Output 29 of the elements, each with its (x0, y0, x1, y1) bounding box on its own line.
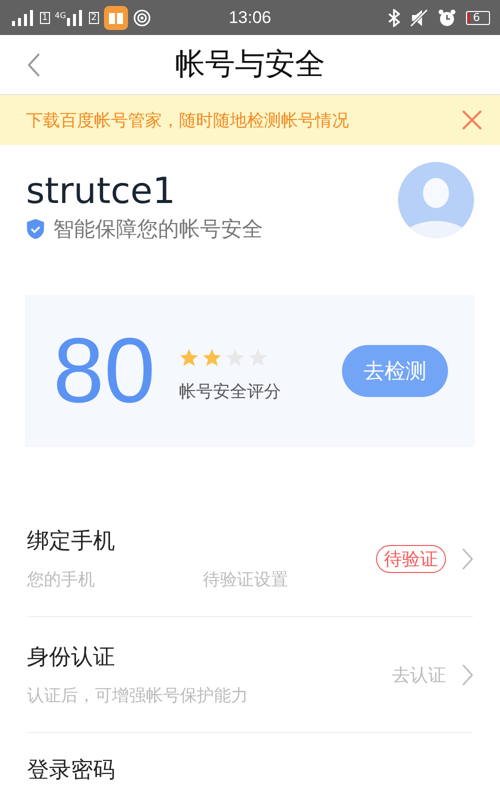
chevron-right-icon[interactable] (462, 664, 473, 686)
bluetooth-icon (388, 8, 400, 26)
score-label: 帐号安全评分 (179, 380, 281, 402)
security-score: 80 (53, 325, 156, 417)
setting-description: 认证后，可增强帐号保护能力 (27, 685, 248, 707)
username: strutce1 (26, 170, 176, 214)
page-title: 帐号与安全 (175, 46, 325, 84)
sim-label: 2 (89, 12, 99, 24)
setting-description: 待验证设置 (203, 569, 288, 591)
back-icon[interactable] (28, 53, 40, 77)
clock-time: 13:06 (228, 8, 272, 28)
star-icon (179, 348, 199, 368)
status-badge: 待验证 (376, 544, 446, 572)
alarm-icon (438, 8, 456, 26)
mute-icon (410, 8, 428, 26)
security-tagline: 智能保障您的帐号安全 (53, 216, 263, 243)
sim-label: 1 (40, 12, 50, 24)
setting-title[interactable]: 绑定手机 (27, 526, 288, 556)
setting-title[interactable]: 身份认证 (27, 642, 248, 672)
network-label: 4G (54, 10, 66, 20)
shield-check-icon (26, 218, 45, 240)
setting-title[interactable]: 登录密码 (27, 755, 115, 785)
setting-description: 您的手机 (27, 569, 95, 591)
close-icon[interactable] (462, 110, 482, 130)
star-icon (202, 348, 222, 368)
battery-icon: 6 (466, 10, 490, 24)
chevron-right-icon[interactable] (462, 548, 473, 570)
book-app-icon (104, 6, 128, 30)
hotspot-icon (132, 8, 151, 26)
